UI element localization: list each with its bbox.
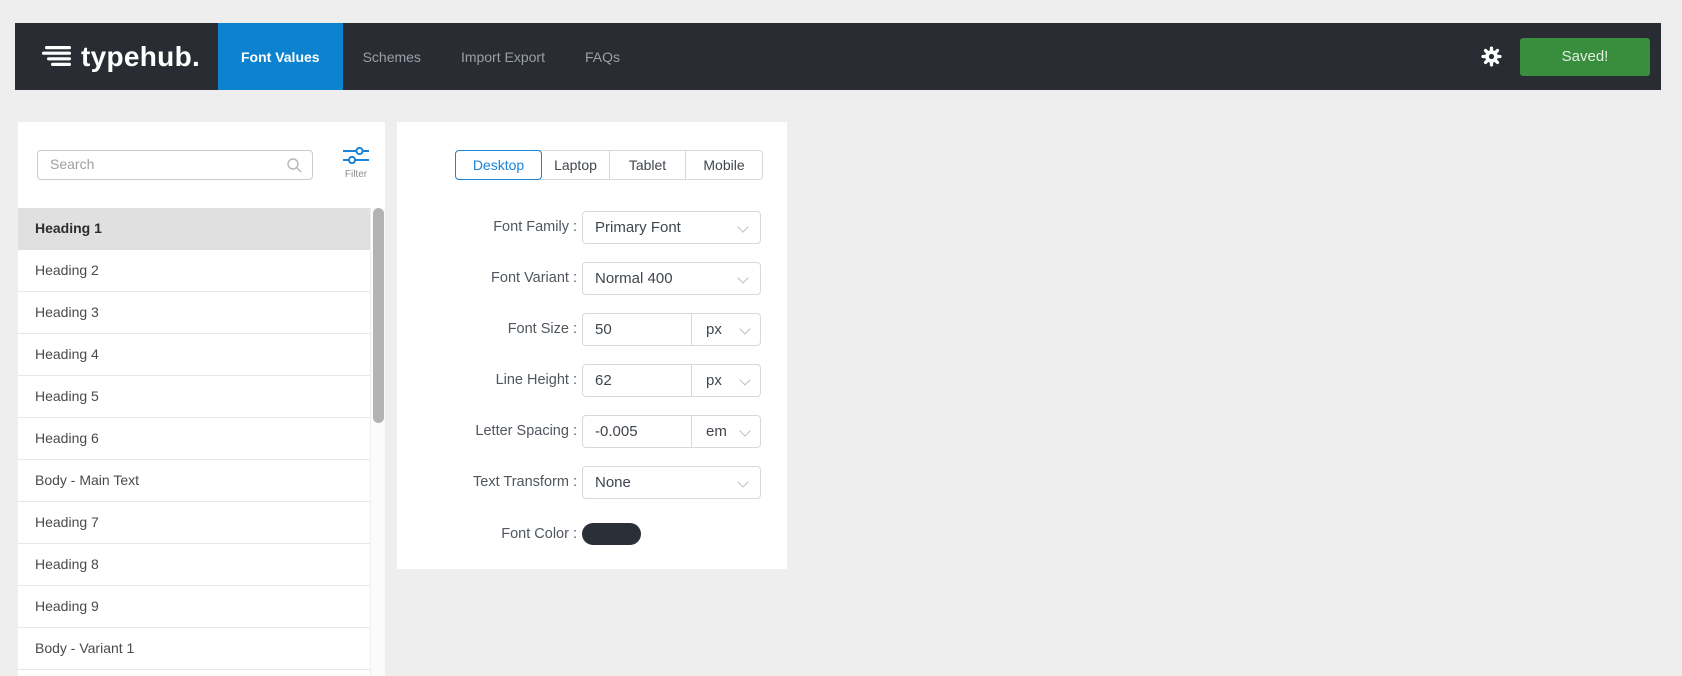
field-label: Font Family : — [493, 219, 577, 235]
font-color-swatch[interactable] — [582, 523, 641, 545]
filter-icon — [343, 146, 369, 165]
font-settings-form: Font Family : Primary Font Font Variant : N… — [397, 211, 787, 563]
gear-icon — [1481, 46, 1502, 67]
device-tab-laptop[interactable]: Laptop — [542, 151, 610, 179]
form-row-text-transform: Text Transform : None — [397, 466, 787, 499]
list-scrollbar-thumb[interactable] — [373, 208, 384, 423]
chevron-down-icon — [739, 323, 751, 335]
list-item-heading-5[interactable]: Heading 5 — [18, 376, 370, 418]
field-label: Text Transform : — [473, 474, 577, 490]
letter-spacing-input[interactable] — [583, 416, 691, 447]
font-family-select[interactable]: Primary Font — [582, 211, 761, 244]
form-row-font-size: Font Size : px — [397, 313, 787, 346]
search-input[interactable] — [38, 151, 280, 177]
list-item-heading-6[interactable]: Heading 6 — [18, 418, 370, 460]
device-tab-mobile[interactable]: Mobile — [686, 151, 762, 179]
field-label: Font Variant : — [491, 270, 577, 286]
font-size-input[interactable] — [583, 314, 691, 345]
text-transform-select[interactable]: None — [582, 466, 761, 499]
list-item-heading-7[interactable]: Heading 7 — [18, 502, 370, 544]
form-row-font-color: Font Color : — [397, 523, 787, 545]
typography-list: Heading 1 Heading 2 Heading 3 Heading 4 Head… — [18, 208, 370, 670]
app-title: typehub. — [81, 40, 201, 72]
select-value: Normal 400 — [595, 270, 673, 287]
filter-label: Filter — [344, 169, 368, 180]
sidebar: Filter Heading 1Heading 2Heading 3Headin… — [18, 122, 385, 676]
select-value: None — [595, 474, 631, 491]
line-height-unit-select[interactable]: px — [691, 365, 760, 396]
nav-tab-font-values[interactable]: Font Values — [218, 23, 343, 90]
list-item-body-main-text[interactable]: Body - Main Text — [18, 460, 370, 502]
list-item-heading-3[interactable]: Heading 3 — [18, 292, 370, 334]
nav-tab-faqs[interactable]: FAQs — [565, 23, 640, 90]
font-variant-select[interactable]: Normal 400 — [582, 262, 761, 295]
font-editor-panel: Desktop Laptop Tablet Mobile Font Family : P… — [397, 122, 787, 569]
font-size-group: px — [582, 313, 761, 346]
nav-tab-schemes[interactable]: Schemes — [343, 23, 441, 90]
chevron-down-icon — [737, 272, 749, 284]
list-item-heading-4[interactable]: Heading 4 — [18, 334, 370, 376]
field-label: Font Size : — [507, 321, 577, 337]
form-row-line-height: Line Height : px — [397, 364, 787, 397]
line-height-input[interactable] — [583, 365, 691, 396]
form-row-font-family: Font Family : Primary Font — [397, 211, 787, 244]
settings-gear-button[interactable] — [1480, 45, 1503, 68]
letter-spacing-group: em — [582, 415, 761, 448]
search-box — [37, 150, 313, 180]
app-logo: typehub. — [15, 23, 218, 90]
filter-button[interactable]: Filter — [333, 146, 379, 180]
nav-tab-import-export[interactable]: Import Export — [441, 23, 565, 90]
list-item-heading-8[interactable]: Heading 8 — [18, 544, 370, 586]
device-tab-desktop[interactable]: Desktop — [455, 150, 542, 180]
navbar-spacer — [640, 23, 1480, 90]
list-item-heading-9[interactable]: Heading 9 — [18, 586, 370, 628]
typehub-logo-icon — [42, 45, 71, 66]
field-label: Letter Spacing : — [475, 423, 577, 439]
list-scrollbar-track[interactable] — [370, 208, 385, 676]
unit-value: px — [706, 372, 722, 389]
chevron-down-icon — [739, 374, 751, 386]
list-item-heading-1[interactable]: Heading 1 — [18, 208, 370, 250]
field-label: Font Color : — [501, 526, 577, 542]
saved-button[interactable]: Saved! — [1520, 37, 1650, 76]
search-icon — [287, 158, 302, 173]
unit-value: px — [706, 321, 722, 338]
form-row-letter-spacing: Letter Spacing : em — [397, 415, 787, 448]
device-tabs: Desktop Laptop Tablet Mobile — [455, 150, 763, 180]
primary-nav: Font Values Schemes Import Export FAQs — [218, 23, 640, 90]
unit-value: em — [706, 423, 727, 440]
font-size-unit-select[interactable]: px — [691, 314, 760, 345]
line-height-group: px — [582, 364, 761, 397]
device-tab-tablet[interactable]: Tablet — [610, 151, 686, 179]
chevron-down-icon — [737, 221, 749, 233]
chevron-down-icon — [737, 476, 749, 488]
sidebar-search-row: Filter — [18, 122, 385, 208]
list-item-heading-2[interactable]: Heading 2 — [18, 250, 370, 292]
chevron-down-icon — [739, 425, 751, 437]
form-row-font-variant: Font Variant : Normal 400 — [397, 262, 787, 295]
letter-spacing-unit-select[interactable]: em — [691, 416, 760, 447]
list-item-body-variant-1[interactable]: Body - Variant 1 — [18, 628, 370, 670]
top-navbar: typehub. Font Values Schemes Import Export… — [15, 23, 1661, 90]
select-value: Primary Font — [595, 219, 681, 236]
field-label: Line Height : — [495, 372, 577, 388]
